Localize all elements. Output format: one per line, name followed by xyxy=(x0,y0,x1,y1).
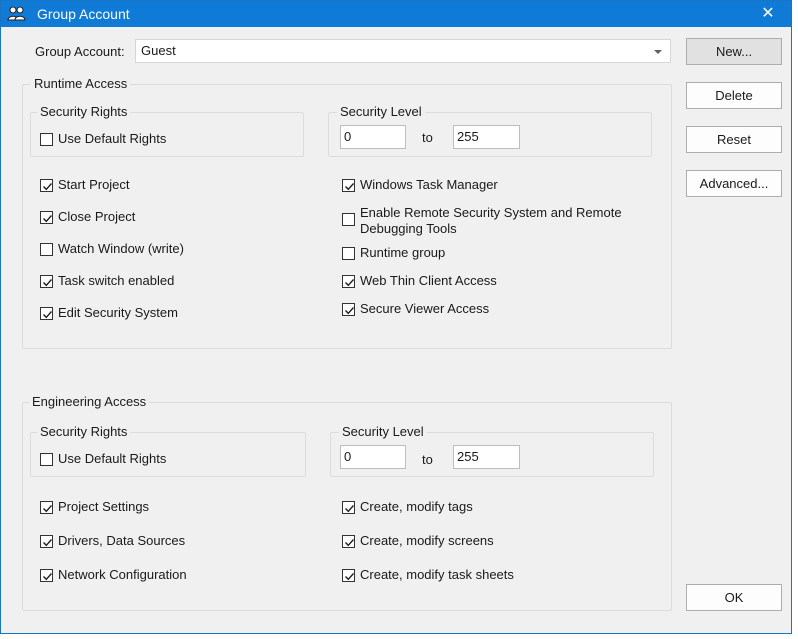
engineering-level-to-label: to xyxy=(422,452,433,467)
runtime-level-from-input[interactable]: 0 xyxy=(340,125,406,149)
checkmark-icon xyxy=(342,535,355,548)
runtime-group-checkbox[interactable]: Runtime group xyxy=(342,244,652,262)
runtime-level-to-input[interactable]: 255 xyxy=(453,125,520,149)
checkbox-box xyxy=(342,247,355,260)
engineering-use-default-rights-checkbox[interactable]: Use Default Rights xyxy=(40,450,240,468)
close-project-checkbox[interactable]: Close Project xyxy=(40,208,320,226)
checkbox-label: Start Project xyxy=(58,177,130,192)
edit-security-system-checkbox[interactable]: Edit Security System xyxy=(40,304,320,322)
engineering-level-to-input[interactable]: 255 xyxy=(453,445,520,469)
runtime-access-title: Runtime Access xyxy=(31,76,131,91)
checkbox-label: Edit Security System xyxy=(58,305,178,320)
runtime-security-level-title: Security Level xyxy=(337,104,425,119)
runtime-security-rights-title: Security Rights xyxy=(37,104,131,119)
checkmark-icon xyxy=(40,275,53,288)
create-modify-screens-checkbox[interactable]: Create, modify screens xyxy=(342,532,652,550)
checkbox-label: Enable Remote Security System and Remote… xyxy=(360,205,622,236)
checkbox-box xyxy=(342,213,355,226)
checkbox-label: Create, modify tags xyxy=(360,499,473,514)
checkbox-label: Create, modify screens xyxy=(360,533,494,548)
checkmark-icon xyxy=(40,569,53,582)
checkbox-label: Task switch enabled xyxy=(58,273,175,288)
checkmark-icon xyxy=(40,307,53,320)
checkmark-icon xyxy=(40,179,53,192)
engineering-level-from-input[interactable]: 0 xyxy=(340,445,406,469)
engineering-access-title: Engineering Access xyxy=(29,394,150,409)
engineering-security-rights-title: Security Rights xyxy=(37,424,131,439)
checkbox-box xyxy=(40,133,53,146)
group-account-select[interactable]: Guest xyxy=(135,39,671,63)
checkbox-label: Network Configuration xyxy=(58,567,187,582)
project-settings-checkbox[interactable]: Project Settings xyxy=(40,498,320,516)
engineering-security-level-title: Security Level xyxy=(339,424,427,439)
checkbox-label: Drivers, Data Sources xyxy=(58,533,186,548)
checkbox-label: Close Project xyxy=(58,209,136,224)
runtime-use-default-rights-checkbox[interactable]: Use Default Rights xyxy=(40,130,240,148)
checkbox-box xyxy=(40,243,53,256)
checkbox-label: Secure Viewer Access xyxy=(360,301,490,316)
advanced-button[interactable]: Advanced... xyxy=(686,170,782,197)
group-account-label: Group Account: xyxy=(35,44,125,59)
checkbox-label: Watch Window (write) xyxy=(58,241,184,256)
checkmark-icon xyxy=(342,501,355,514)
create-modify-tags-checkbox[interactable]: Create, modify tags xyxy=(342,498,652,516)
checkbox-label: Create, modify task sheets xyxy=(360,567,514,582)
group-account-dialog: Group Account ✕ Group Account: Guest New… xyxy=(0,0,792,634)
secure-viewer-access-checkbox[interactable]: Secure Viewer Access xyxy=(342,300,652,318)
checkmark-icon xyxy=(342,303,355,316)
drivers-data-sources-checkbox[interactable]: Drivers, Data Sources xyxy=(40,532,320,550)
checkmark-icon xyxy=(342,179,355,192)
task-switch-enabled-checkbox[interactable]: Task switch enabled xyxy=(40,272,320,290)
delete-button[interactable]: Delete xyxy=(686,82,782,109)
ok-button[interactable]: OK xyxy=(686,584,782,611)
chevron-down-icon xyxy=(654,50,662,54)
checkbox-box xyxy=(40,453,53,466)
checkbox-label: Use Default Rights xyxy=(58,451,167,466)
checkmark-icon xyxy=(40,211,53,224)
reset-button[interactable]: Reset xyxy=(686,126,782,153)
checkmark-icon xyxy=(342,569,355,582)
new-button[interactable]: New... xyxy=(686,38,782,65)
web-thin-client-access-checkbox[interactable]: Web Thin Client Access xyxy=(342,272,652,290)
users-icon xyxy=(7,5,27,23)
checkmark-icon xyxy=(342,275,355,288)
checkbox-label: Web Thin Client Access xyxy=(360,273,497,288)
group-account-value: Guest xyxy=(141,43,176,58)
checkbox-label: Use Default Rights xyxy=(58,131,167,146)
checkmark-icon xyxy=(40,501,53,514)
create-modify-task-sheets-checkbox[interactable]: Create, modify task sheets xyxy=(342,566,652,584)
checkmark-icon xyxy=(40,535,53,548)
close-button[interactable]: ✕ xyxy=(745,1,791,27)
network-configuration-checkbox[interactable]: Network Configuration xyxy=(40,566,320,584)
windows-task-manager-checkbox[interactable]: Windows Task Manager xyxy=(342,176,652,194)
watch-window-write-checkbox[interactable]: Watch Window (write) xyxy=(40,240,320,258)
runtime-level-to-label: to xyxy=(422,130,433,145)
checkbox-label: Windows Task Manager xyxy=(360,177,498,192)
start-project-checkbox[interactable]: Start Project xyxy=(40,176,320,194)
enable-remote-security-checkbox[interactable]: Enable Remote Security System and Remote… xyxy=(342,205,652,238)
checkbox-label: Runtime group xyxy=(360,245,446,260)
window-title: Group Account xyxy=(37,6,130,22)
title-bar: Group Account ✕ xyxy=(1,1,791,27)
checkbox-label: Project Settings xyxy=(58,499,150,514)
